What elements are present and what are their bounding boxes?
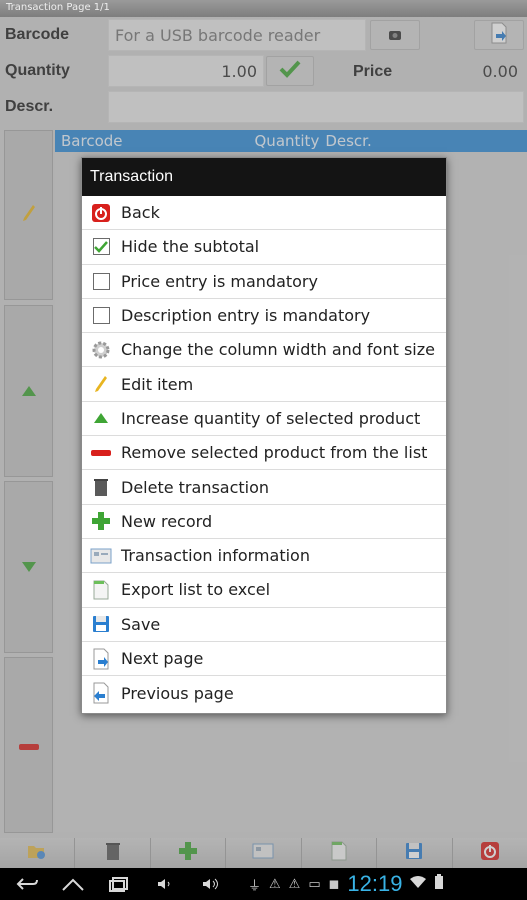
hide-subtotal-checkbox[interactable] <box>92 238 110 256</box>
trash-icon <box>90 476 112 498</box>
recent-apps-icon[interactable] <box>96 876 142 892</box>
floppy-icon <box>90 613 112 635</box>
menu-item-remove-product[interactable]: Remove selected product from the list <box>82 436 446 471</box>
menu-item-export-excel[interactable]: Export list to excel <box>82 573 446 608</box>
checkbox-checked-icon <box>90 236 112 258</box>
next-page-icon <box>90 648 112 670</box>
warning-icon-2: ⚠ <box>288 876 301 892</box>
menu-item-price-mandatory[interactable]: Price entry is mandatory <box>82 265 446 299</box>
menu-item-previous-page[interactable]: Previous page <box>82 676 446 710</box>
menu-item-label: Next page <box>121 649 204 668</box>
menu-item-description-mandatory[interactable]: Description entry is mandatory <box>82 299 446 334</box>
menu-item-transaction-info[interactable]: Transaction information <box>82 539 446 574</box>
menu-item-label: Export list to excel <box>121 580 271 600</box>
power-icon <box>90 202 112 224</box>
menu-item-label: New record <box>121 511 213 531</box>
menu-item-label: Increase quantity of selected product <box>121 408 421 428</box>
document-icon <box>90 579 112 601</box>
plus-icon <box>90 510 112 532</box>
volume-up-icon[interactable] <box>188 877 234 891</box>
previous-page-icon <box>90 682 112 704</box>
menu-item-edit[interactable]: Edit item <box>82 367 446 402</box>
menu-item-label: Delete transaction <box>121 477 270 497</box>
pencil-icon <box>90 373 112 395</box>
system-bar: ⏚ ⚠ ⚠ ▭ ◼ 12:19 <box>0 868 527 900</box>
window-title: Transaction Page 1/1 <box>0 0 527 17</box>
menu-item-label: Edit item <box>121 374 194 394</box>
usb-icon: ⏚ <box>248 878 262 894</box>
menu-item-label: Hide the subtotal <box>121 237 260 257</box>
menu-item-label: Save <box>121 614 161 634</box>
back-arrow-icon[interactable] <box>4 877 50 891</box>
home-icon[interactable] <box>50 877 96 891</box>
menu-item-column-width[interactable]: Change the column width and font size <box>82 333 446 368</box>
menu-item-label: Change the column width and font size <box>121 340 435 360</box>
menu-title: Transaction <box>82 158 446 196</box>
menu-item-hide-subtotal[interactable]: Hide the subtotal <box>82 230 446 265</box>
gear-icon <box>90 339 112 361</box>
menu-item-label: Back <box>121 203 160 223</box>
menu-item-back[interactable]: Back <box>82 196 446 231</box>
menu-item-label: Description entry is mandatory <box>121 306 371 326</box>
chat-icon: ◼ <box>328 876 340 892</box>
transaction-menu: Transaction Back Hide the subtotal Price… <box>81 157 447 714</box>
menu-item-next-page[interactable]: Next page <box>82 642 446 677</box>
triangle-up-icon <box>90 407 112 429</box>
menu-item-label: Price entry is mandatory <box>121 271 318 291</box>
menu-item-new-record[interactable]: New record <box>82 505 446 539</box>
info-card-icon <box>90 545 112 567</box>
volume-down-icon[interactable] <box>142 877 188 891</box>
price-mandatory-checkbox[interactable] <box>92 272 110 290</box>
menu-item-increase-quantity[interactable]: Increase quantity of selected product <box>82 402 446 437</box>
clock: 12:19 <box>347 871 403 896</box>
menu-item-label: Previous page <box>121 683 234 703</box>
wifi-icon <box>410 876 427 892</box>
warning-icon: ⚠ <box>269 876 281 892</box>
battery-icon <box>434 874 444 894</box>
menu-item-label: Remove selected product from the list <box>121 443 428 463</box>
menu-item-delete-transaction[interactable]: Delete transaction <box>82 470 446 505</box>
description-mandatory-checkbox[interactable] <box>92 307 110 325</box>
checkbox-empty-icon <box>90 305 112 327</box>
menu-item-label: Transaction information <box>121 546 310 566</box>
minus-icon <box>90 442 112 464</box>
checkbox-empty-icon <box>90 270 112 292</box>
menu-item-save[interactable]: Save <box>82 608 446 642</box>
keyboard-icon: ▭ <box>308 876 321 892</box>
